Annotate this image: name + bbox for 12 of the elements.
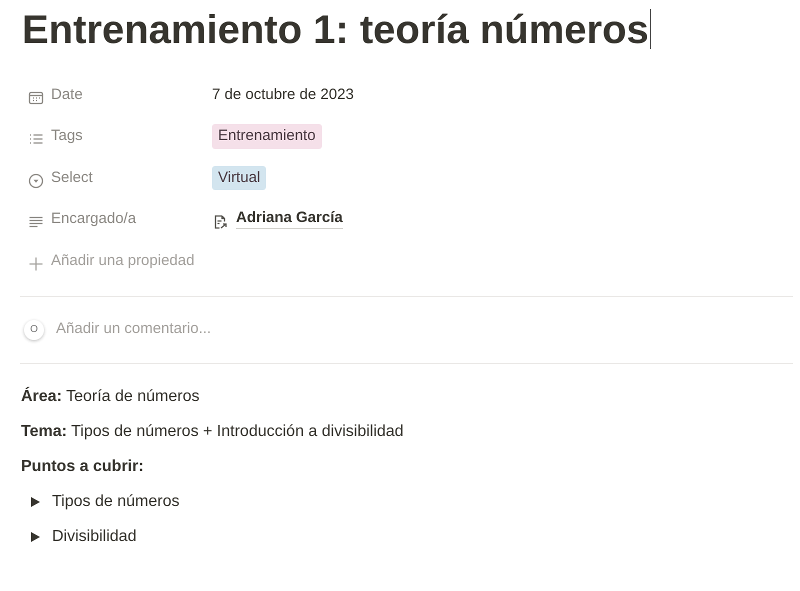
paragraph: Área: Teoría de números bbox=[21, 386, 200, 407]
paragraph: Puntos a cubrir: bbox=[21, 457, 144, 477]
toggle-item[interactable]: Divisibilidad bbox=[52, 525, 136, 549]
paragraph: Tema: Tipos de números + Introducción a divisibilidad bbox=[21, 422, 404, 442]
toggle-arrow-icon[interactable] bbox=[30, 496, 40, 508]
select-option[interactable]: Virtual bbox=[212, 166, 266, 190]
person-link[interactable]: Adriana García bbox=[236, 209, 343, 230]
page-title[interactable]: Entrenamiento 1: teoría números bbox=[22, 6, 651, 54]
toggle-arrow-icon[interactable] bbox=[30, 531, 40, 543]
tag[interactable]: Entrenamiento bbox=[212, 124, 322, 148]
date-value[interactable]: 7 de octubre de 2023 bbox=[212, 84, 354, 106]
toggle-item[interactable]: Tipos de números bbox=[52, 490, 180, 514]
